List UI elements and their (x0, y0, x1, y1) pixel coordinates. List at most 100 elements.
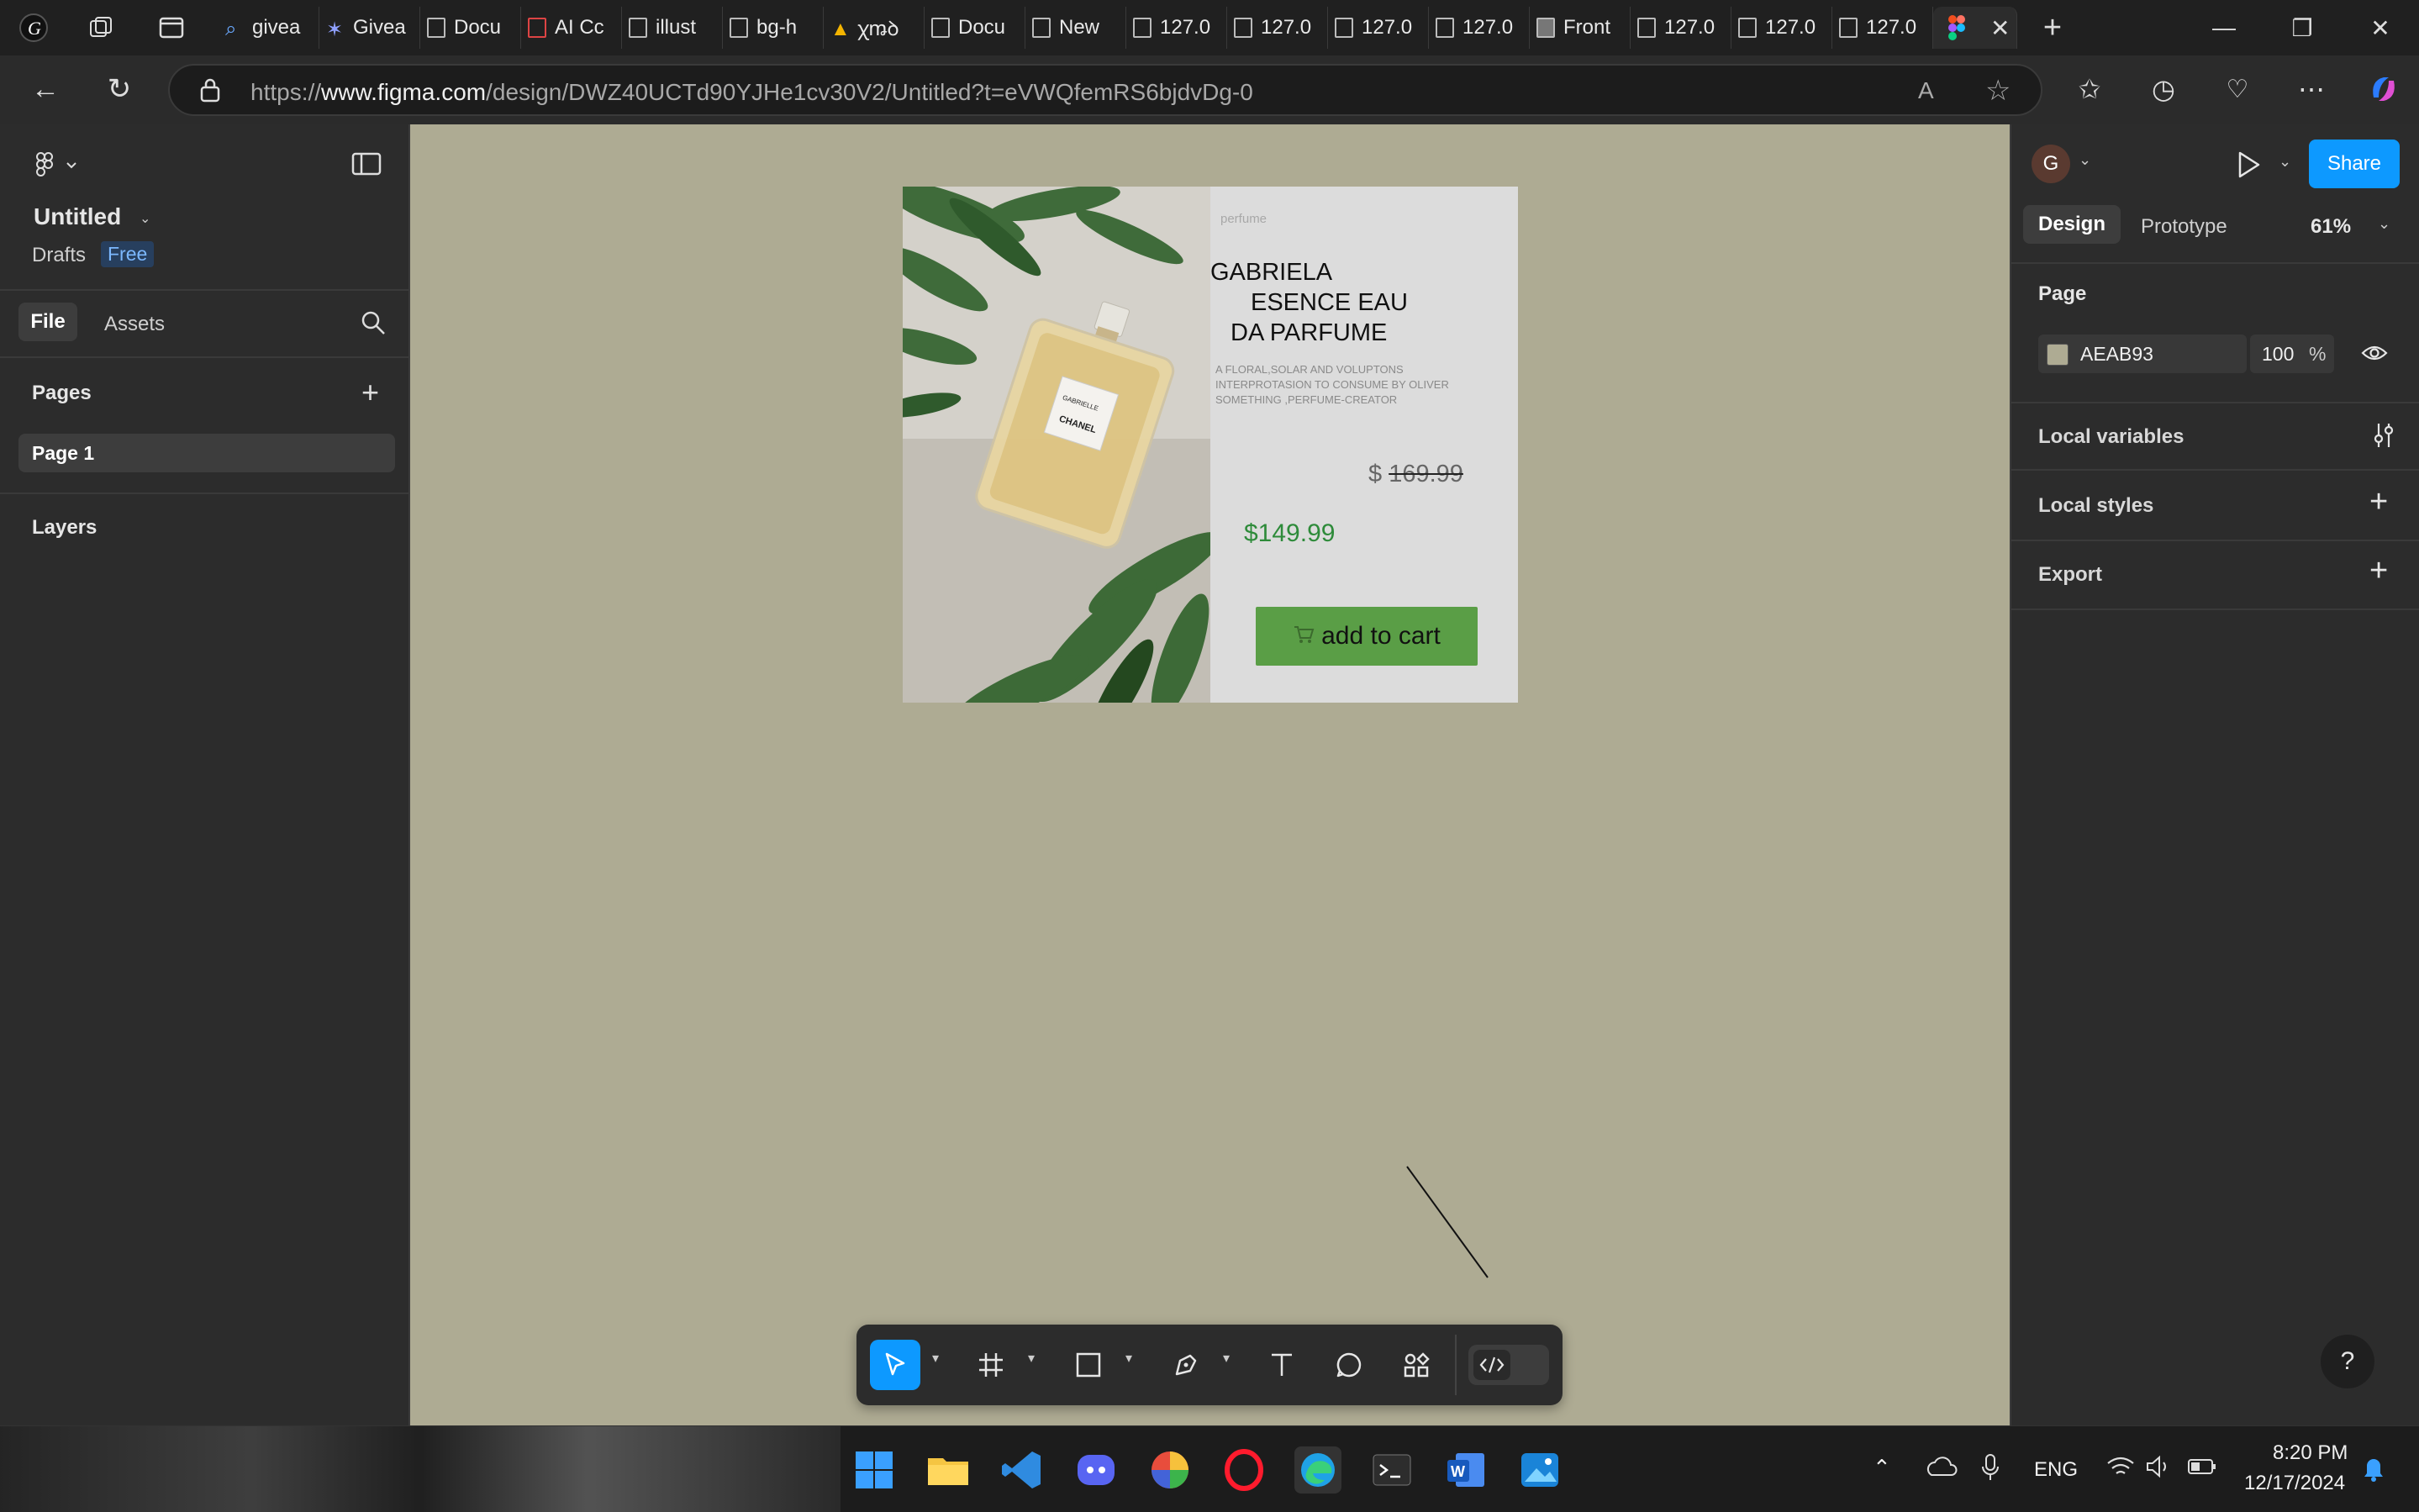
opera-icon[interactable] (1220, 1446, 1267, 1494)
profile-icon[interactable]: G (15, 9, 52, 46)
vertical-tabs-icon[interactable] (153, 9, 190, 46)
dev-mode-toggle[interactable] (1468, 1345, 1549, 1385)
line-shape[interactable] (1402, 1163, 1494, 1281)
back-icon[interactable]: ← (22, 67, 69, 111)
frame-tool[interactable] (966, 1340, 1016, 1390)
color-hex-value[interactable]: AEAB93 (2080, 343, 2153, 366)
chevron-down-icon[interactable]: ⌄ (2079, 151, 2091, 169)
zoom-level[interactable]: 61% (2311, 215, 2351, 239)
volume-icon[interactable] (2145, 1455, 2174, 1483)
browser-tab[interactable]: Docu (420, 7, 521, 49)
figma-main-menu[interactable] (34, 150, 84, 180)
close-window-icon[interactable]: ✕ (2343, 0, 2417, 55)
discord-icon[interactable] (1072, 1446, 1120, 1494)
chevron-down-icon[interactable]: ▾ (1223, 1350, 1230, 1367)
chevron-down-icon[interactable]: ▾ (1028, 1350, 1035, 1367)
close-tab-icon[interactable]: ✕ (1990, 14, 2010, 42)
actions-tool[interactable] (1391, 1340, 1441, 1390)
browser-tab[interactable]: 127.0 (1631, 7, 1731, 49)
history-icon[interactable]: ◷ (2140, 67, 2187, 111)
chevron-down-icon[interactable]: ⌄ (2378, 215, 2390, 233)
browser-tab[interactable]: 127.0 (1126, 7, 1227, 49)
browser-tab[interactable]: 127.0 (1832, 7, 1933, 49)
terminal-icon[interactable] (1368, 1446, 1415, 1494)
browser-tab[interactable]: Front (1530, 7, 1631, 49)
language-indicator[interactable]: ENG (2034, 1458, 2078, 1482)
browser-tab-active[interactable]: ✕ (1933, 7, 2017, 49)
eye-icon[interactable] (2361, 343, 2388, 367)
chevron-down-icon[interactable]: ⌄ (140, 210, 150, 227)
color-wheel-icon[interactable] (1146, 1446, 1194, 1494)
drafts-label[interactable]: Drafts (32, 244, 86, 267)
minimize-icon[interactable]: — (2187, 0, 2261, 55)
comment-tool[interactable] (1324, 1340, 1374, 1390)
tab-design[interactable]: Design (2023, 205, 2121, 244)
browser-tab[interactable]: 127.0 (1429, 7, 1530, 49)
browser-tab[interactable]: AI Cc (521, 7, 622, 49)
workspaces-icon[interactable] (82, 9, 119, 46)
refresh-icon[interactable]: ↻ (96, 67, 143, 111)
add-style-icon[interactable]: + (2369, 484, 2388, 520)
opacity-field[interactable]: 100 % (2250, 335, 2334, 373)
wifi-icon[interactable] (2106, 1455, 2135, 1483)
color-swatch[interactable] (2047, 344, 2069, 366)
more-menu-icon[interactable]: ⋯ (2288, 67, 2335, 111)
sidebar-toggle-icon[interactable] (351, 151, 382, 181)
move-tool[interactable] (870, 1340, 920, 1390)
file-title[interactable]: Untitled (34, 203, 121, 230)
page-color-field[interactable]: AEAB93 (2038, 335, 2247, 373)
browser-tab[interactable]: Docu (925, 7, 1025, 49)
onedrive-icon[interactable] (1925, 1455, 1958, 1484)
text-tool[interactable] (1257, 1340, 1307, 1390)
local-variables-label[interactable]: Local variables (2038, 425, 2184, 449)
clock-date[interactable]: 12/17/2024 (2244, 1472, 2345, 1495)
chevron-up-icon[interactable]: ⌃ (1873, 1455, 1891, 1481)
edge-icon[interactable] (1294, 1446, 1341, 1494)
add-page-icon[interactable]: + (361, 375, 379, 410)
search-icon[interactable] (360, 309, 387, 340)
browser-tab[interactable]: ⌕ givea (219, 7, 319, 49)
rectangle-tool[interactable] (1063, 1340, 1114, 1390)
start-icon[interactable] (851, 1446, 898, 1494)
chevron-down-icon[interactable]: ⌄ (2279, 153, 2291, 171)
share-button[interactable]: Share (2309, 140, 2400, 188)
vscode-icon[interactable] (999, 1446, 1046, 1494)
add-export-icon[interactable]: + (2369, 553, 2388, 589)
pen-tool[interactable] (1161, 1340, 1211, 1390)
file-explorer-icon[interactable] (925, 1446, 972, 1494)
help-button[interactable]: ? (2321, 1335, 2374, 1388)
tab-prototype[interactable]: Prototype (2141, 215, 2227, 239)
browser-tab[interactable]: 127.0 (1328, 7, 1429, 49)
photos-icon[interactable] (1516, 1446, 1563, 1494)
page-item[interactable]: Page 1 (18, 434, 395, 472)
tab-file[interactable]: File (18, 303, 77, 341)
favorites-icon[interactable]: ✩ (2066, 67, 2113, 111)
new-tab-button[interactable]: + (2034, 9, 2071, 46)
browser-tab[interactable]: illust (622, 7, 723, 49)
browser-tab[interactable]: New (1025, 7, 1126, 49)
present-icon[interactable] (2233, 150, 2262, 184)
tab-assets[interactable]: Assets (104, 313, 165, 336)
favorite-star-icon[interactable]: ☆ (1985, 74, 2011, 108)
notification-bell-icon[interactable] (2362, 1455, 2385, 1486)
browser-tab[interactable]: bg-h (723, 7, 824, 49)
browser-essentials-icon[interactable]: ♡ (2214, 67, 2261, 111)
read-aloud-icon[interactable]: A (1918, 77, 1934, 104)
word-icon[interactable]: W (1442, 1446, 1489, 1494)
local-styles-label[interactable]: Local styles (2038, 494, 2153, 518)
browser-tab[interactable]: 127.0 (1227, 7, 1328, 49)
opacity-value[interactable]: 100 (2262, 343, 2294, 366)
design-canvas[interactable]: GABRIELLE CHANEL perfume GABRIELA ESENCE… (410, 124, 2010, 1425)
url-bar[interactable]: https://www.figma.com/design/DWZ40UCTd90… (168, 64, 2042, 116)
restore-icon[interactable]: ❐ (2265, 0, 2339, 55)
browser-tab[interactable]: 127.0 (1731, 7, 1832, 49)
browser-tab[interactable]: ▲ ꭓꬺꝺ (824, 7, 925, 49)
export-label[interactable]: Export (2038, 563, 2102, 587)
clock-time[interactable]: 8:20 PM (2273, 1441, 2348, 1465)
add-to-cart-button[interactable]: add to cart (1256, 607, 1478, 666)
battery-icon[interactable] (2187, 1457, 2217, 1481)
microphone-icon[interactable] (1980, 1453, 2000, 1486)
avatar[interactable]: G (2032, 145, 2070, 183)
chevron-down-icon[interactable]: ▾ (932, 1350, 939, 1367)
chevron-down-icon[interactable]: ▾ (1125, 1350, 1132, 1367)
